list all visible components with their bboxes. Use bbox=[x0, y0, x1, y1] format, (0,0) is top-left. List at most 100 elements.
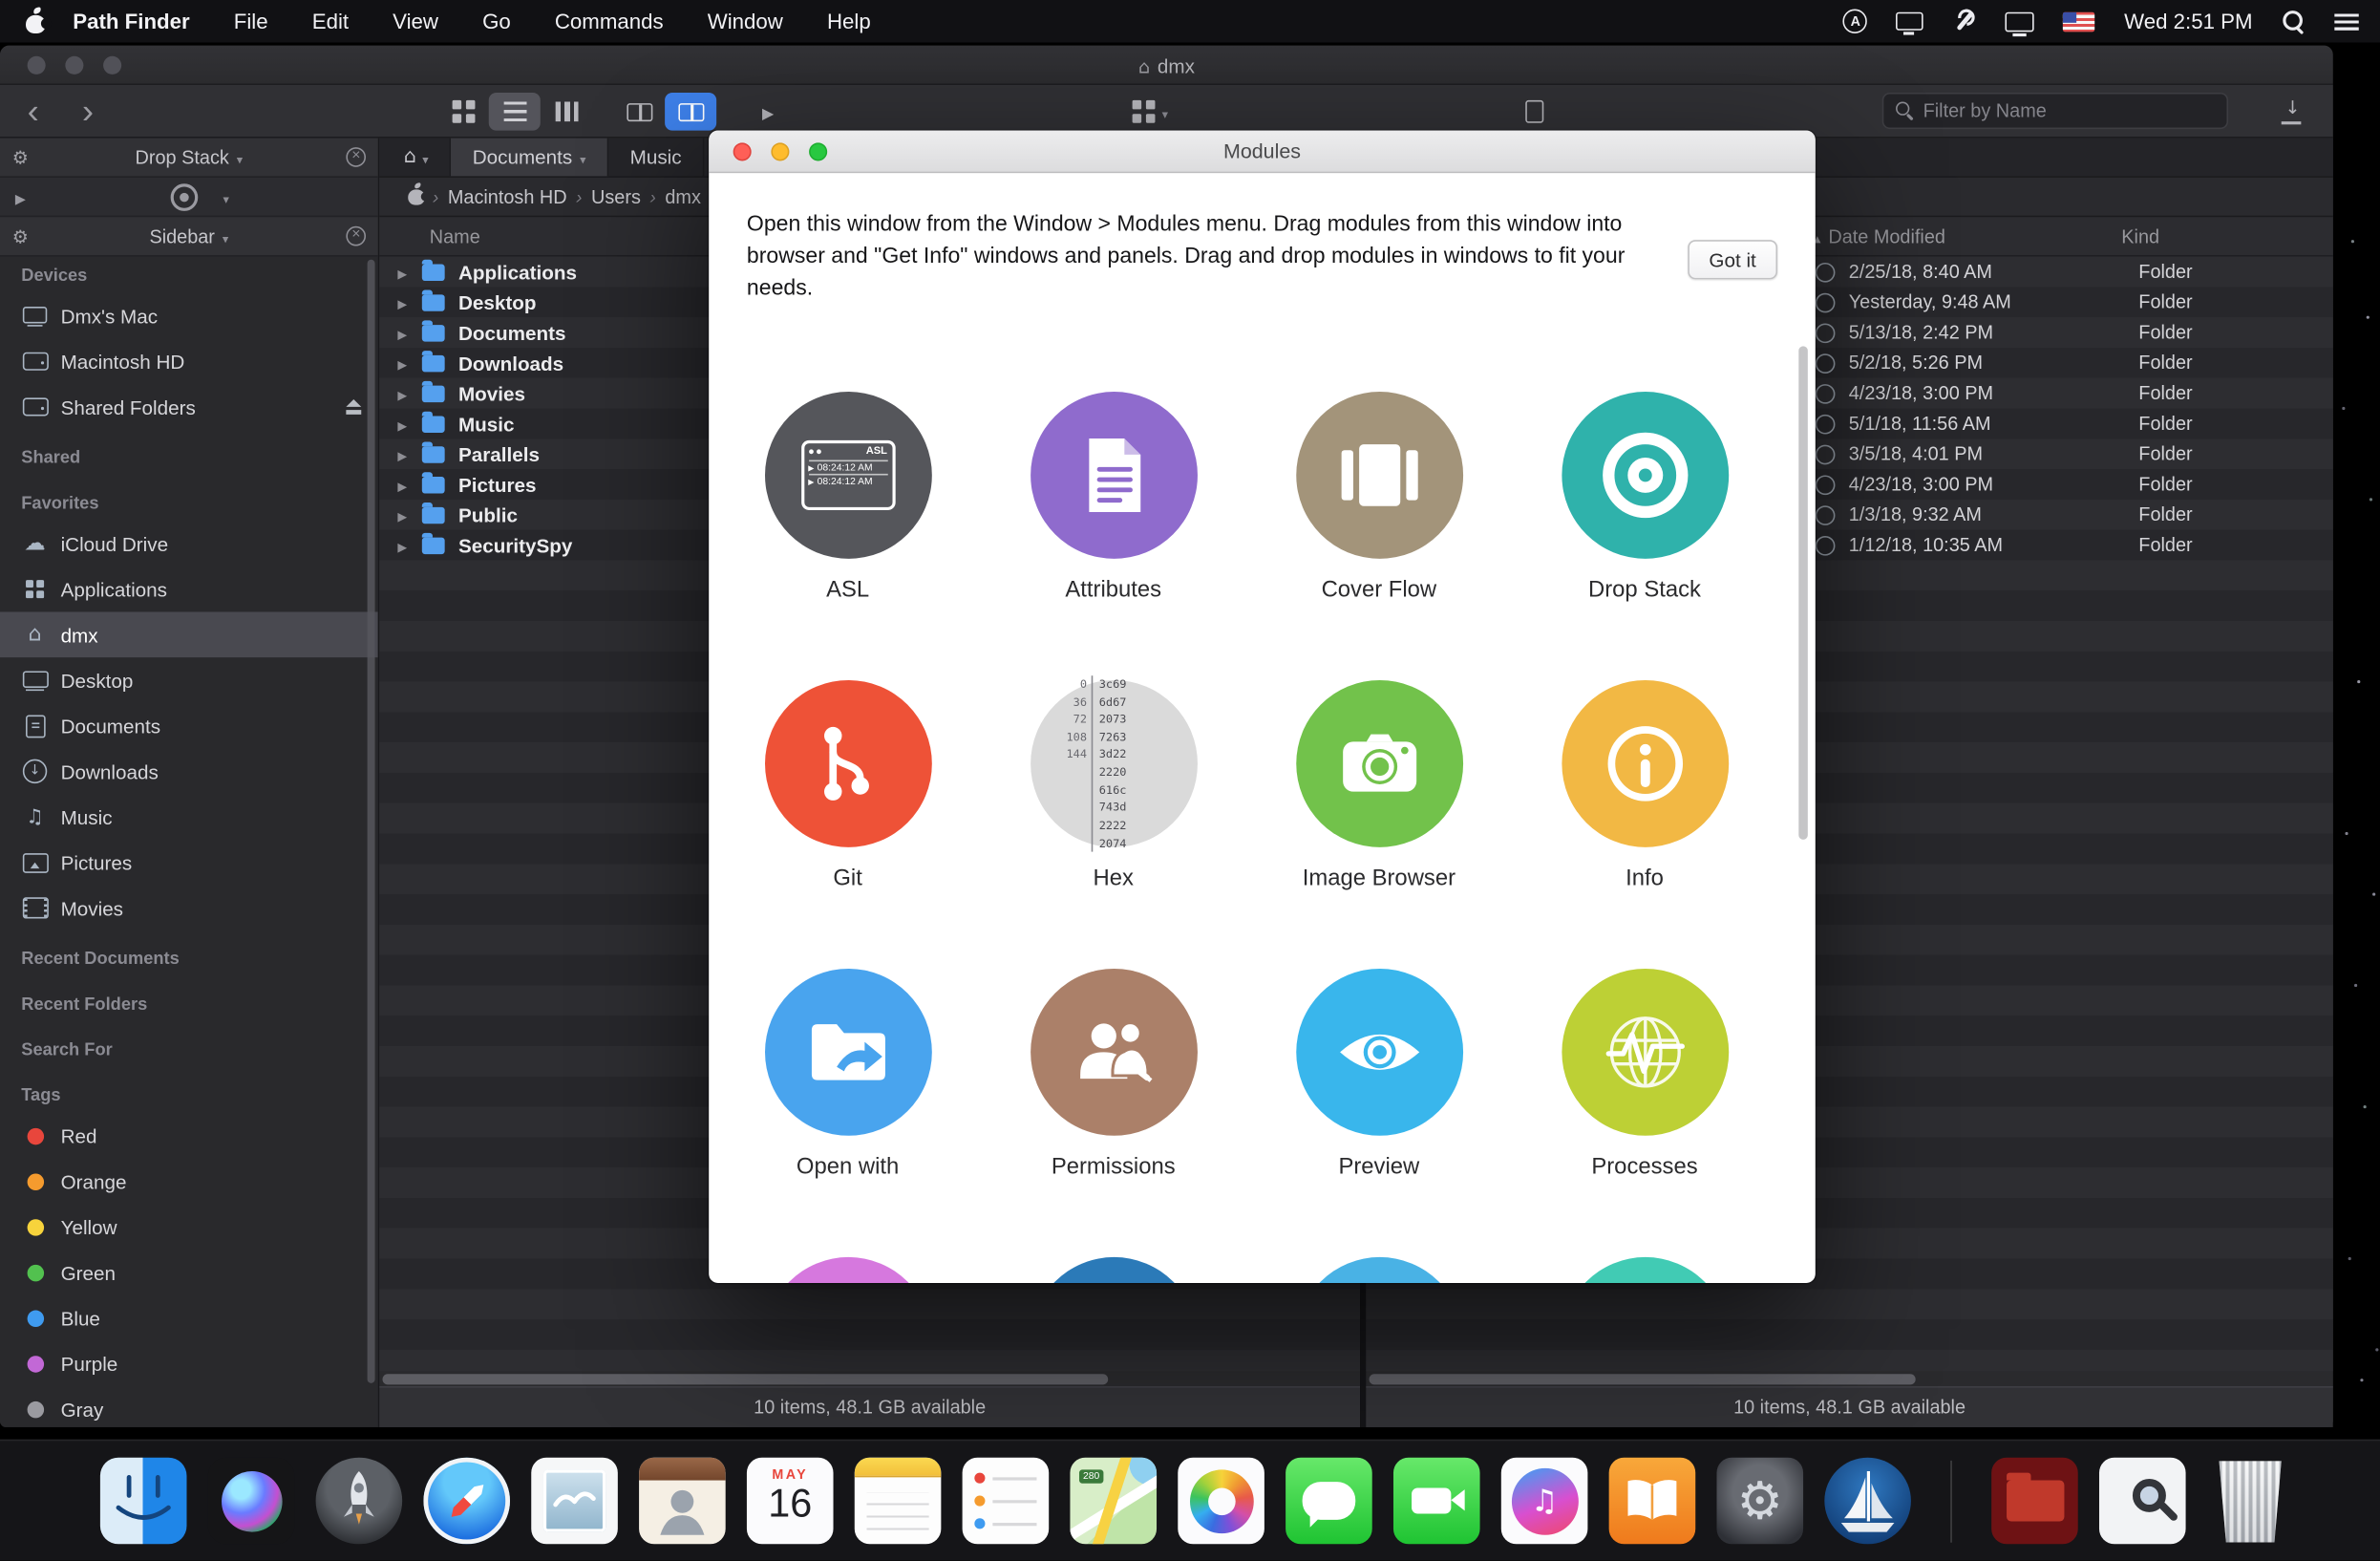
module-info[interactable]: Info bbox=[1519, 680, 1770, 969]
module-image-browser[interactable]: Image Browser bbox=[1254, 680, 1504, 969]
horizontal-scrollbar[interactable] bbox=[1366, 1371, 2332, 1386]
sidebar-item-purple[interactable]: Purple bbox=[0, 1340, 378, 1386]
dock-item-system-preferences[interactable] bbox=[1716, 1458, 1803, 1545]
got-it-button[interactable]: Got it bbox=[1688, 240, 1777, 279]
module-preview[interactable]: Preview bbox=[1254, 969, 1504, 1257]
menu-edit[interactable]: Edit bbox=[312, 10, 349, 33]
sidebar-item-downloads[interactable]: Downloads bbox=[0, 749, 378, 795]
download-button[interactable] bbox=[2264, 93, 2316, 131]
dock-item-safari[interactable] bbox=[423, 1458, 510, 1545]
column-header-kind[interactable]: Kind bbox=[2121, 225, 2159, 246]
sidebar-section-recent-documents[interactable]: Recent Documents bbox=[0, 930, 378, 976]
module-hex[interactable]: 036721081443c69 6d672073 72633d22 222061… bbox=[988, 680, 1239, 969]
menu-view[interactable]: View bbox=[393, 10, 438, 33]
module-git[interactable]: Git bbox=[723, 680, 973, 969]
gear-icon[interactable] bbox=[12, 223, 29, 250]
disclosure-triangle-icon[interactable] bbox=[397, 319, 415, 347]
filter-input[interactable] bbox=[1923, 100, 2215, 121]
module-partial-3[interactable] bbox=[1254, 1257, 1504, 1283]
dock-item-contacts[interactable] bbox=[639, 1458, 726, 1545]
disclosure-triangle-icon[interactable] bbox=[397, 258, 415, 286]
sidebar-section-devices[interactable]: Devices bbox=[0, 257, 378, 293]
module-cover-flow[interactable]: Cover Flow bbox=[1254, 392, 1504, 680]
sidebar-item-movies[interactable]: Movies bbox=[0, 886, 378, 931]
drop-stack-panel-header[interactable]: Drop Stack bbox=[0, 139, 378, 178]
dock-item-facetime[interactable] bbox=[1393, 1458, 1480, 1545]
module-partial-4[interactable] bbox=[1519, 1257, 1770, 1283]
menu-commands[interactable]: Commands bbox=[555, 10, 664, 33]
sidebar-item-music[interactable]: Music bbox=[0, 794, 378, 840]
close-panel-icon[interactable] bbox=[346, 147, 366, 167]
us-flag-icon[interactable] bbox=[2064, 11, 2095, 32]
disclosure-triangle-icon[interactable] bbox=[397, 350, 415, 377]
home-tab-button[interactable] bbox=[404, 139, 429, 177]
view-options-button[interactable] bbox=[1116, 93, 1185, 131]
dock-item-maps[interactable]: 280 bbox=[1070, 1458, 1157, 1545]
new-document-button[interactable] bbox=[1509, 93, 1561, 131]
sidebar-item-icloud-drive[interactable]: iCloud Drive bbox=[0, 521, 378, 567]
dual-pane-button[interactable] bbox=[665, 93, 716, 131]
dock-item-notes[interactable] bbox=[855, 1458, 942, 1545]
sidebar-item-applications[interactable]: Applications bbox=[0, 567, 378, 612]
window-title-bar[interactable]: dmx bbox=[0, 46, 2333, 85]
sidebar-panel-header[interactable]: Sidebar bbox=[0, 217, 378, 256]
sidebar-section-favorites[interactable]: Favorites bbox=[0, 475, 378, 521]
sidebar-item-red[interactable]: Red bbox=[0, 1113, 378, 1159]
module-open-with[interactable]: Open with bbox=[723, 969, 973, 1257]
dock-item-itunes[interactable] bbox=[1501, 1458, 1588, 1545]
menu-app-name[interactable]: Path Finder bbox=[73, 10, 189, 33]
column-header-date-modified[interactable]: Date Modified bbox=[1828, 225, 1945, 246]
dock-item-calendar[interactable]: MAY16 bbox=[747, 1458, 834, 1545]
apple-menu-icon[interactable] bbox=[26, 10, 46, 33]
dock-item-messages[interactable] bbox=[1286, 1458, 1372, 1545]
disclosure-triangle-icon[interactable] bbox=[397, 440, 415, 468]
play-button[interactable] bbox=[742, 93, 794, 131]
disclosure-triangle-icon[interactable] bbox=[397, 410, 415, 438]
module-attributes[interactable]: Attributes bbox=[988, 392, 1239, 680]
dock-item-red-folder[interactable] bbox=[1991, 1458, 2078, 1545]
dialog-scrollbar[interactable] bbox=[1798, 346, 1808, 840]
drop-stack-well[interactable] bbox=[0, 178, 378, 217]
circled-a-icon[interactable] bbox=[1843, 10, 1867, 33]
module-permissions[interactable]: Permissions bbox=[988, 969, 1239, 1257]
dock-item-magnifier-document[interactable] bbox=[2099, 1458, 2186, 1545]
column-header-name[interactable]: Name bbox=[430, 225, 480, 246]
sidebar-item-green[interactable]: Green bbox=[0, 1250, 378, 1295]
play-small-icon[interactable] bbox=[15, 183, 26, 211]
menu-window[interactable]: Window bbox=[708, 10, 783, 33]
horizontal-scrollbar[interactable] bbox=[379, 1371, 1360, 1386]
dock-item-finder[interactable] bbox=[100, 1458, 187, 1545]
spotlight-icon[interactable] bbox=[2282, 10, 2306, 33]
disclosure-triangle-icon[interactable] bbox=[397, 501, 415, 528]
sidebar-item-macintosh-hd[interactable]: Macintosh HD bbox=[0, 338, 378, 384]
dock-item-siri[interactable] bbox=[208, 1458, 295, 1545]
dock-item-reminders[interactable] bbox=[963, 1458, 1050, 1545]
module-partial-2[interactable] bbox=[988, 1257, 1239, 1283]
sidebar-item-yellow[interactable]: Yellow bbox=[0, 1204, 378, 1250]
menu-go[interactable]: Go bbox=[482, 10, 511, 33]
tab-music[interactable]: Music bbox=[608, 139, 704, 177]
eject-icon[interactable] bbox=[345, 398, 363, 415]
monitor-icon[interactable] bbox=[2006, 11, 2034, 32]
close-panel-icon[interactable] bbox=[346, 226, 366, 246]
sidebar-item-blue[interactable]: Blue bbox=[0, 1295, 378, 1341]
sidebar-section-search-for[interactable]: Search For bbox=[0, 1022, 378, 1068]
gear-icon[interactable] bbox=[12, 143, 29, 171]
dock-item-mail[interactable] bbox=[531, 1458, 618, 1545]
module-processes[interactable]: Processes bbox=[1519, 969, 1770, 1257]
sidebar-scrollbar[interactable] bbox=[368, 260, 375, 1383]
sidebar-item-dmx-s-mac[interactable]: Dmx's Mac bbox=[0, 293, 378, 339]
column-view-button[interactable] bbox=[541, 93, 592, 131]
disclosure-triangle-icon[interactable] bbox=[397, 289, 415, 316]
back-button[interactable] bbox=[28, 85, 39, 137]
display-icon[interactable] bbox=[1897, 12, 1924, 31]
path-segment-macintosh-hd[interactable]: Macintosh HD bbox=[448, 186, 567, 207]
sidebar-item-dmx[interactable]: dmx bbox=[0, 611, 378, 657]
sidebar-item-pictures[interactable]: Pictures bbox=[0, 840, 378, 886]
list-view-button[interactable] bbox=[489, 93, 541, 131]
dialog-title-bar[interactable]: Modules bbox=[709, 131, 1816, 174]
single-pane-button[interactable] bbox=[613, 93, 665, 131]
sidebar-section-shared[interactable]: Shared bbox=[0, 430, 378, 476]
filter-field[interactable] bbox=[1882, 93, 2228, 129]
dock-item-path-finder[interactable] bbox=[1824, 1458, 1911, 1545]
